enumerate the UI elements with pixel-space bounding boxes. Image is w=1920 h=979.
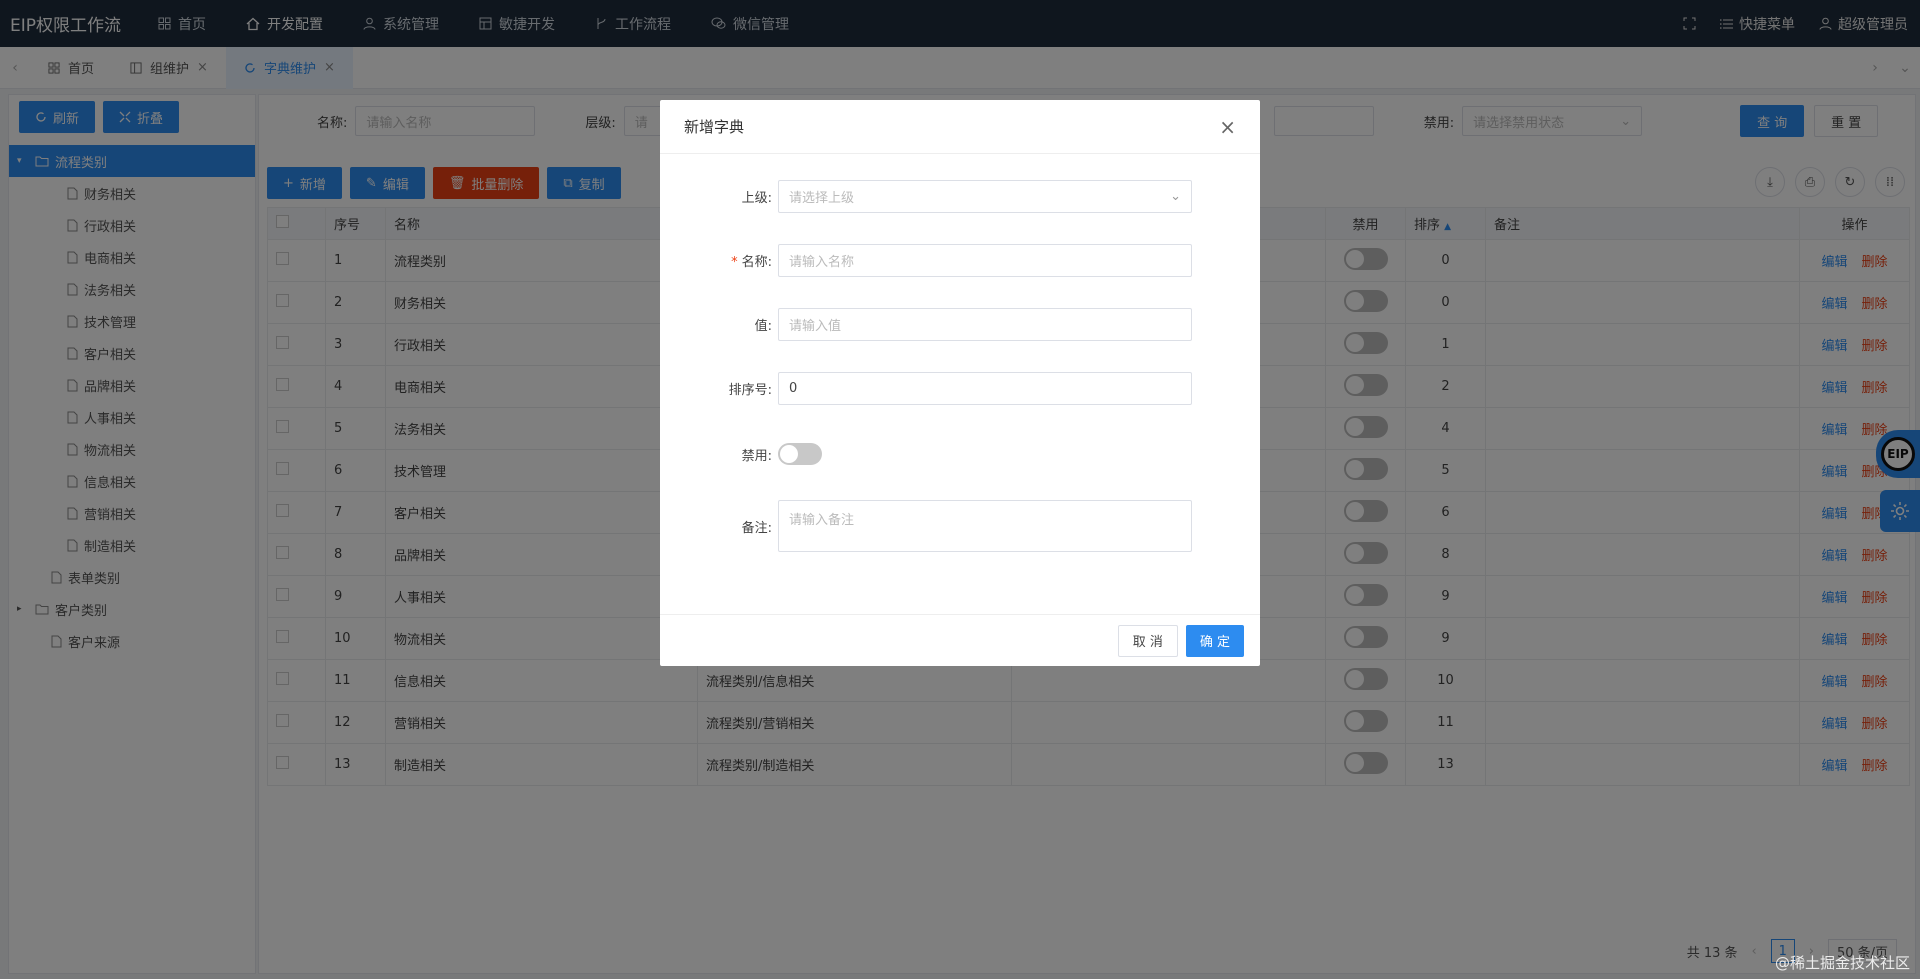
form-row-parent: 上级: 请选择上级 ⌄ xyxy=(660,180,1260,213)
cancel-button[interactable]: 取 消 xyxy=(1117,624,1178,657)
order-label: 排序号: xyxy=(728,383,772,398)
form-row-disabled: 禁用: xyxy=(660,443,1260,465)
disabled-label: 禁用: xyxy=(741,448,772,464)
form-row-remark: 备注: 请输入备注 xyxy=(660,500,1260,552)
confirm-button[interactable]: 确 定 xyxy=(1185,624,1244,657)
watermark: @稀土掘金技术社区 xyxy=(1774,954,1910,972)
form-row-name: * 名称: 请输入名称 xyxy=(660,244,1260,277)
parent-select[interactable]: 请选择上级 ⌄ xyxy=(778,180,1192,213)
remark-textarea[interactable]: 请输入备注 xyxy=(778,500,1192,552)
name-label: * 名称: xyxy=(660,251,778,270)
value-input[interactable]: 请输入值 xyxy=(778,308,1192,341)
disabled-toggle[interactable] xyxy=(778,443,822,465)
chevron-down-icon: ⌄ xyxy=(1170,189,1181,204)
name-label-text: 名称: xyxy=(741,255,772,270)
name-input[interactable]: 请输入名称 xyxy=(778,244,1192,277)
dialog-footer: 取 消 确 定 xyxy=(660,614,1260,666)
parent-placeholder: 请选择上级 xyxy=(789,191,855,206)
parent-label: 上级: xyxy=(741,191,772,206)
required-mark: * xyxy=(731,255,738,270)
order-input[interactable]: 0 xyxy=(778,372,1192,405)
add-dictionary-dialog: 新增字典 × 上级: 请选择上级 ⌄ * 名称: 请输入名称 值: 请输入值 排序… xyxy=(660,100,1260,666)
form-row-value: 值: 请输入值 xyxy=(660,308,1260,341)
dialog-header: 新增字典 × xyxy=(660,100,1260,154)
form-row-order: 排序号: 0 xyxy=(660,372,1260,405)
remark-label: 备注: xyxy=(741,520,772,536)
value-label: 值: xyxy=(754,319,772,334)
close-icon[interactable]: × xyxy=(1219,115,1236,139)
dialog-title: 新增字典 xyxy=(684,118,745,136)
